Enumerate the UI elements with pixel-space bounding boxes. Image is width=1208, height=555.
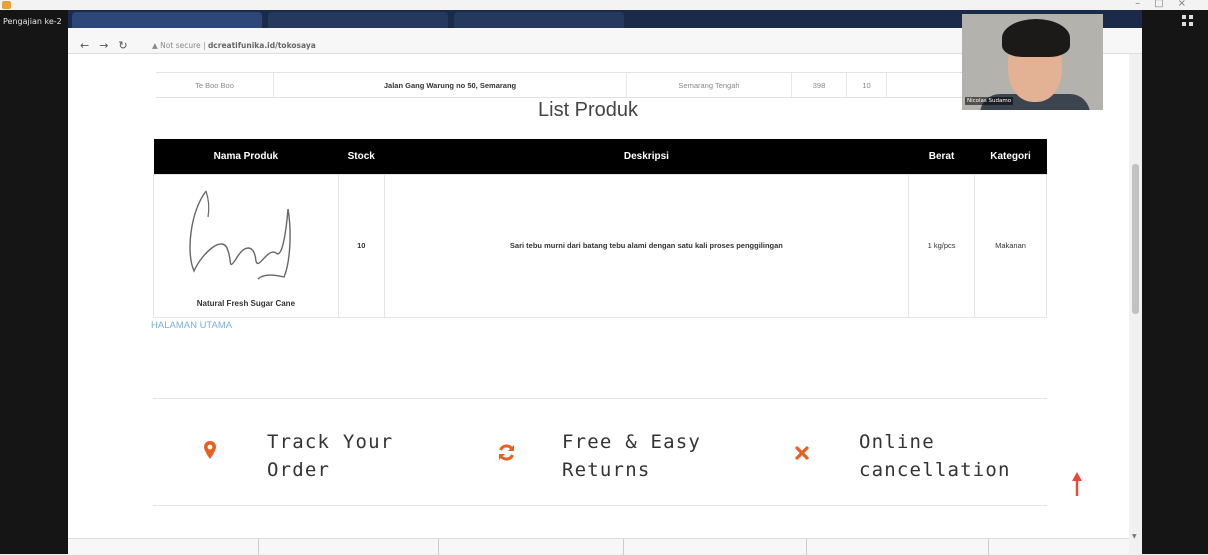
feature-text: Track Your Order bbox=[267, 431, 394, 481]
weight-cell: 1 kg/pcs bbox=[908, 173, 976, 318]
scrollbar-thumb[interactable] bbox=[1132, 164, 1139, 314]
address-cell: 398 bbox=[792, 73, 847, 97]
close-x-icon bbox=[795, 446, 809, 460]
column-header: Deskripsi bbox=[384, 139, 909, 174]
security-label: Not secure bbox=[160, 41, 201, 50]
back-to-top-icon[interactable] bbox=[1072, 472, 1082, 496]
column-header: Stock bbox=[338, 139, 385, 174]
meeting-title: Pengajian ke-2 bbox=[3, 17, 62, 26]
column-header: Nama Produk bbox=[153, 139, 339, 174]
product-image bbox=[189, 190, 291, 280]
participant-name: Nicolas Sudamo bbox=[965, 97, 1014, 105]
table-row: Natural Fresh Sugar Cane 10 Sari tebu mu… bbox=[153, 173, 1047, 318]
browser-tab[interactable] bbox=[268, 12, 448, 28]
column-header: Kategori bbox=[974, 139, 1047, 174]
scroll-down-arrow-icon[interactable]: ▼ bbox=[1132, 533, 1137, 540]
address-cell: Semarang Tengah bbox=[627, 73, 792, 97]
divider bbox=[153, 398, 1047, 399]
page-title: List Produk bbox=[538, 99, 639, 121]
address-cell: 10 bbox=[847, 73, 887, 97]
app-logo-icon bbox=[2, 1, 11, 9]
stock-cell: 10 bbox=[337, 173, 385, 318]
participant-video-tile[interactable]: Nicolas Sudamo bbox=[962, 14, 1103, 110]
address-table-row: Te Boo Boo Jalan Gang Warung no 50, Sema… bbox=[156, 72, 1052, 98]
page-scrollbar[interactable]: ▼ bbox=[1129, 54, 1142, 554]
refresh-icon bbox=[499, 444, 514, 461]
meeting-right-panel bbox=[1142, 10, 1208, 554]
product-name: Natural Fresh Sugar Cane bbox=[196, 298, 296, 308]
feature-text: Online cancellation bbox=[859, 431, 1011, 481]
product-table: Nama Produk Stock Deskripsi Berat Katego… bbox=[153, 139, 1047, 318]
url-field[interactable]: ▲ Not secure | dcreatifunika.id/tokosaya bbox=[152, 41, 316, 50]
window-titlebar: –□× bbox=[0, 0, 1208, 10]
divider bbox=[153, 505, 1047, 506]
browser-tab[interactable] bbox=[454, 12, 624, 28]
browser-tab[interactable] bbox=[72, 12, 262, 28]
bottom-strip bbox=[68, 538, 1129, 555]
web-page: Te Boo Boo Jalan Gang Warung no 50, Sema… bbox=[68, 54, 1129, 554]
map-pin-icon bbox=[204, 441, 216, 459]
column-header: Berat bbox=[908, 139, 975, 174]
category-cell: Makanan bbox=[974, 173, 1047, 318]
browser-nav-buttons[interactable]: ←→↻ bbox=[80, 39, 138, 52]
window-controls[interactable]: –□× bbox=[1135, 0, 1200, 9]
url-text: dcreatifunika.id/tokosaya bbox=[207, 41, 316, 50]
meeting-left-panel bbox=[0, 10, 68, 554]
home-link[interactable]: HALAMAN UTAMA bbox=[151, 320, 232, 331]
gallery-view-icon[interactable] bbox=[1182, 15, 1194, 27]
participant-hair bbox=[1002, 19, 1070, 57]
table-header-row: Nama Produk Stock Deskripsi Berat Katego… bbox=[153, 139, 1047, 174]
address-cell: Te Boo Boo bbox=[156, 73, 274, 97]
product-cell: Natural Fresh Sugar Cane bbox=[153, 173, 339, 318]
warning-icon: ▲ bbox=[152, 41, 158, 50]
address-cell: Jalan Gang Warung no 50, Semarang bbox=[274, 73, 627, 97]
feature-text: Free & Easy Returns bbox=[562, 431, 702, 481]
description-cell: Sari tebu murni dari batang tebu alami d… bbox=[383, 173, 910, 318]
